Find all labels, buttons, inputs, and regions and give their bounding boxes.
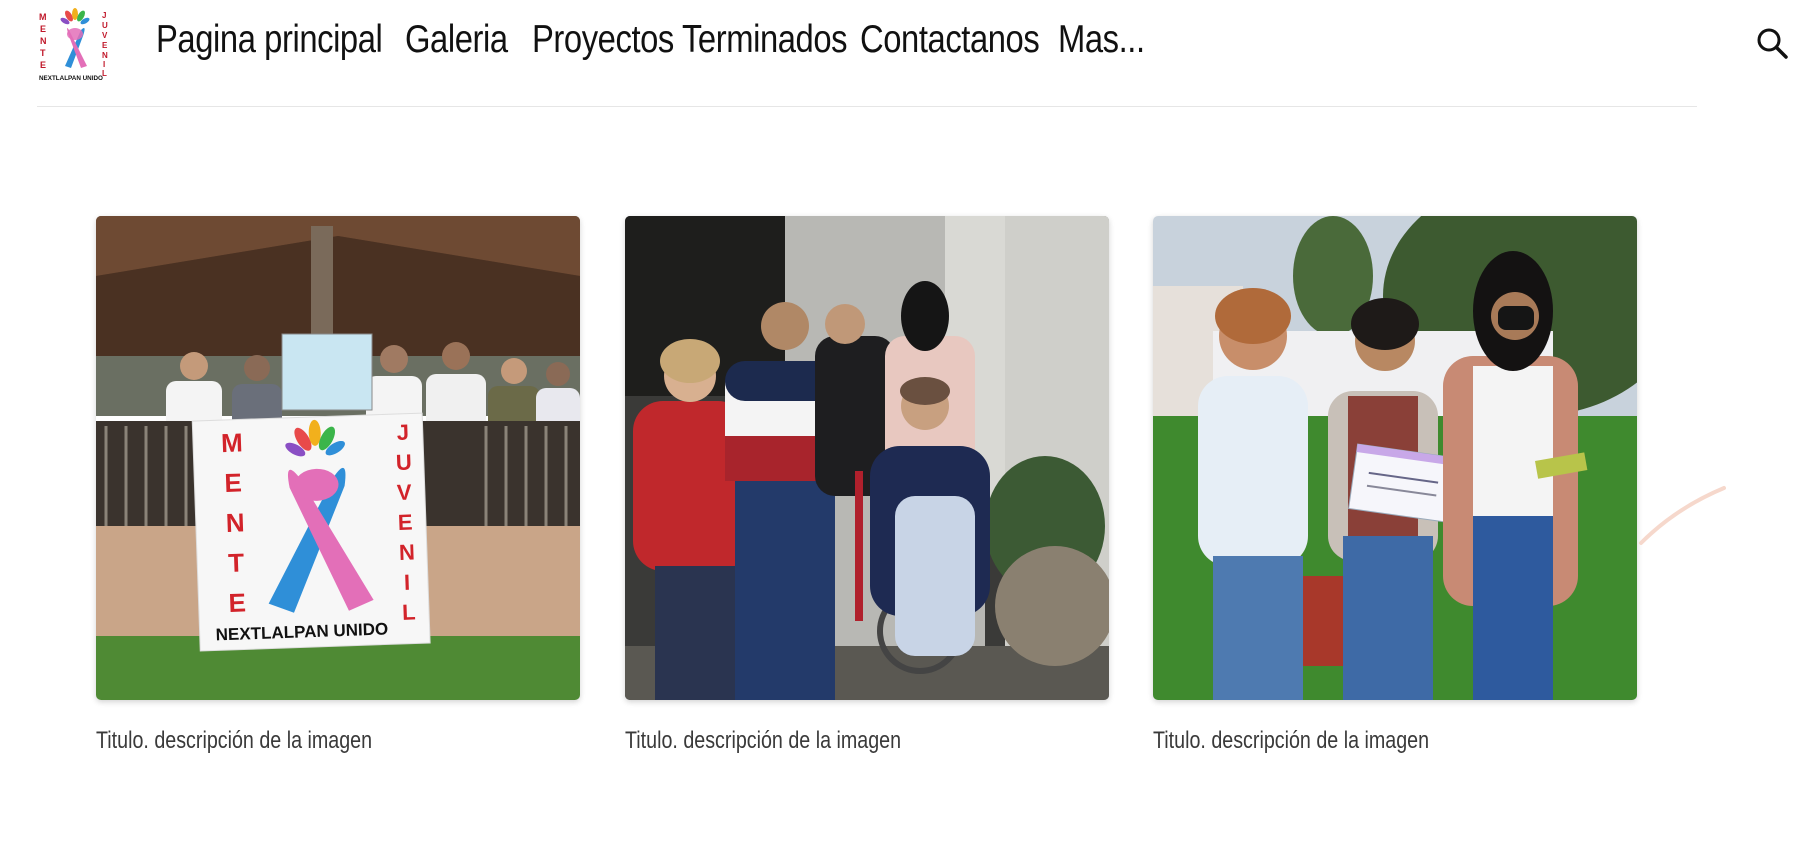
svg-text:V: V <box>102 31 108 40</box>
svg-text:V: V <box>396 480 412 506</box>
svg-text:M: M <box>39 12 47 22</box>
svg-text:N: N <box>225 507 245 538</box>
decorative-stroke <box>1639 486 1726 545</box>
search-icon[interactable] <box>1755 26 1789 60</box>
gallery-card[interactable]: Titulo. descripción de la imagen <box>1153 176 1683 755</box>
image-caption: Titulo. descripción de la imagen <box>625 727 902 754</box>
nav-item-mas[interactable]: Mas... <box>1058 14 1145 66</box>
svg-text:J: J <box>102 11 106 20</box>
svg-text:I: I <box>404 570 411 595</box>
svg-text:N: N <box>102 51 108 60</box>
svg-text:T: T <box>40 48 46 58</box>
svg-text:N: N <box>399 539 416 565</box>
image-caption: Titulo. descripción de la imagen <box>1153 727 1430 754</box>
svg-text:U: U <box>102 21 108 30</box>
image-caption: Titulo. descripción de la imagen <box>96 727 373 754</box>
svg-text:L: L <box>402 599 416 624</box>
svg-text:J: J <box>396 420 409 445</box>
svg-text:U: U <box>395 450 412 476</box>
gallery-card[interactable]: Titulo. descripción de la imagen <box>625 216 1115 755</box>
gallery-image[interactable] <box>1153 176 1683 700</box>
site-logo[interactable]: M E N T E J U V E N I L NEXTLALPAN UNIDO <box>35 6 113 82</box>
gallery-image[interactable]: M E N T E J U V E N I L NEXTLALPAN UNIDO <box>96 216 580 700</box>
svg-text:E: E <box>228 587 246 618</box>
site-header: M E N T E J U V E N I L NEXTLALPAN UNIDO… <box>0 0 1800 108</box>
svg-text:M: M <box>221 427 244 458</box>
nav-item-galeria[interactable]: Galeria <box>405 14 508 66</box>
svg-text:E: E <box>40 60 46 70</box>
svg-text:I: I <box>103 60 105 69</box>
svg-text:T: T <box>228 547 245 578</box>
svg-text:E: E <box>40 24 46 34</box>
nav-item-contactanos[interactable]: Contactanos <box>860 14 1040 66</box>
svg-text:E: E <box>102 41 108 50</box>
svg-text:E: E <box>224 467 242 498</box>
nav-item-home[interactable]: Pagina principal <box>156 14 383 66</box>
gallery-image[interactable] <box>625 216 1115 700</box>
svg-text:E: E <box>397 510 413 535</box>
header-divider <box>37 106 1697 107</box>
svg-text:NEXTLALPAN UNIDO: NEXTLALPAN UNIDO <box>39 75 103 82</box>
gallery-card[interactable]: M E N T E J U V E N I L NEXTLALPAN UNIDO… <box>96 216 580 755</box>
nav-item-proyectos[interactable]: Proyectos Terminados <box>532 14 848 66</box>
svg-text:N: N <box>40 36 47 46</box>
